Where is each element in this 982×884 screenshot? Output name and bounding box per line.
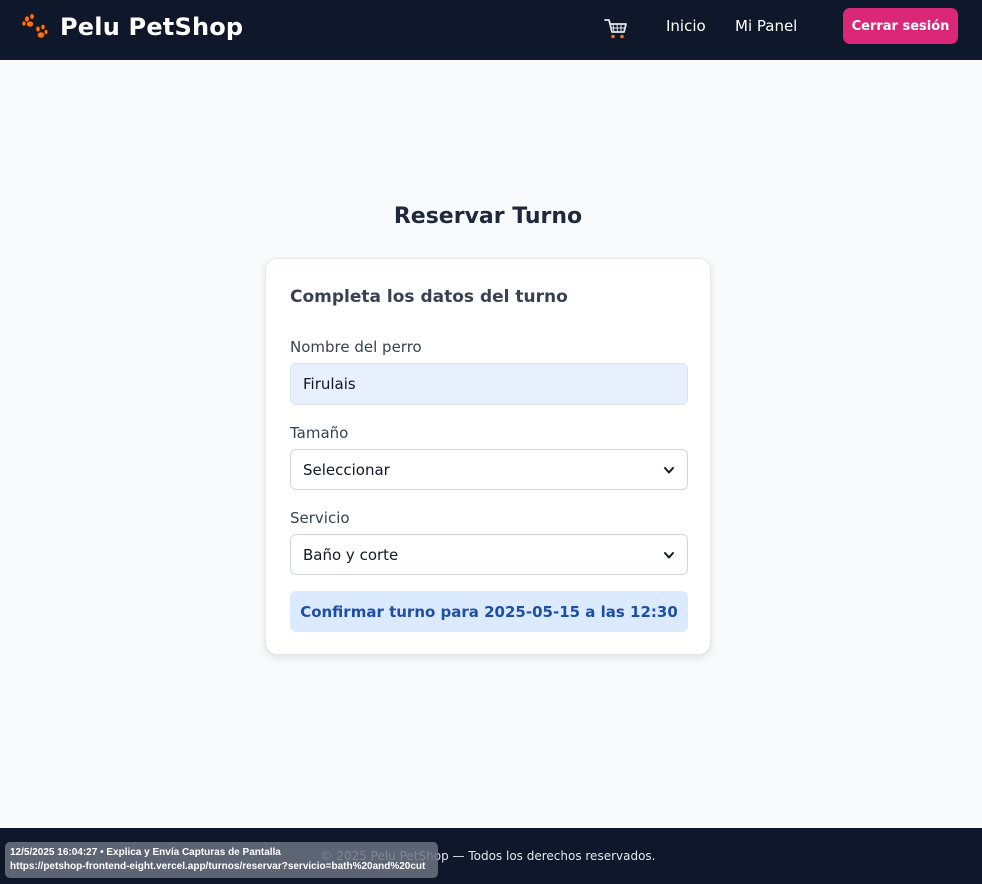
dog-name-label: Nombre del perro bbox=[290, 338, 422, 356]
nav-inicio-link[interactable]: Inicio bbox=[666, 17, 706, 35]
nav-mi-panel-link[interactable]: Mi Panel bbox=[735, 17, 797, 35]
confirm-booking-button[interactable]: Confirmar turno para 2025-05-15 a las 12… bbox=[290, 591, 688, 632]
capture-timestamp-line: 12/5/2025 16:04:27 • Explica y Envía Cap… bbox=[10, 847, 281, 858]
service-select[interactable]: Baño y corte bbox=[290, 534, 688, 575]
chevron-down-icon bbox=[664, 466, 674, 473]
booking-form-card: Completa los datos del turno Nombre del … bbox=[265, 258, 711, 655]
service-label: Servicio bbox=[290, 509, 350, 527]
size-label: Tamaño bbox=[290, 424, 349, 442]
capture-url-line: https://petshop-frontend-eight.vercel.ap… bbox=[10, 861, 426, 872]
paw-icon bbox=[21, 13, 49, 39]
size-select[interactable]: Seleccionar bbox=[290, 449, 688, 490]
chevron-down-icon bbox=[664, 551, 674, 558]
capture-info-overlay: 12/5/2025 16:04:27 • Explica y Envía Cap… bbox=[5, 842, 438, 878]
size-select-value: Seleccionar bbox=[303, 460, 390, 479]
dog-name-input[interactable] bbox=[290, 363, 688, 405]
page-title: Reservar Turno bbox=[393, 204, 583, 229]
top-navbar: Pelu PetShop Inicio Mi Panel Cerrar sesi… bbox=[0, 0, 982, 60]
form-subtitle: Completa los datos del turno bbox=[290, 287, 568, 307]
cart-icon[interactable] bbox=[603, 16, 629, 42]
brand-name: Pelu PetShop bbox=[60, 13, 244, 41]
logout-button[interactable]: Cerrar sesión bbox=[843, 8, 958, 44]
service-select-value: Baño y corte bbox=[303, 545, 399, 564]
brand[interactable]: Pelu PetShop bbox=[20, 12, 243, 42]
